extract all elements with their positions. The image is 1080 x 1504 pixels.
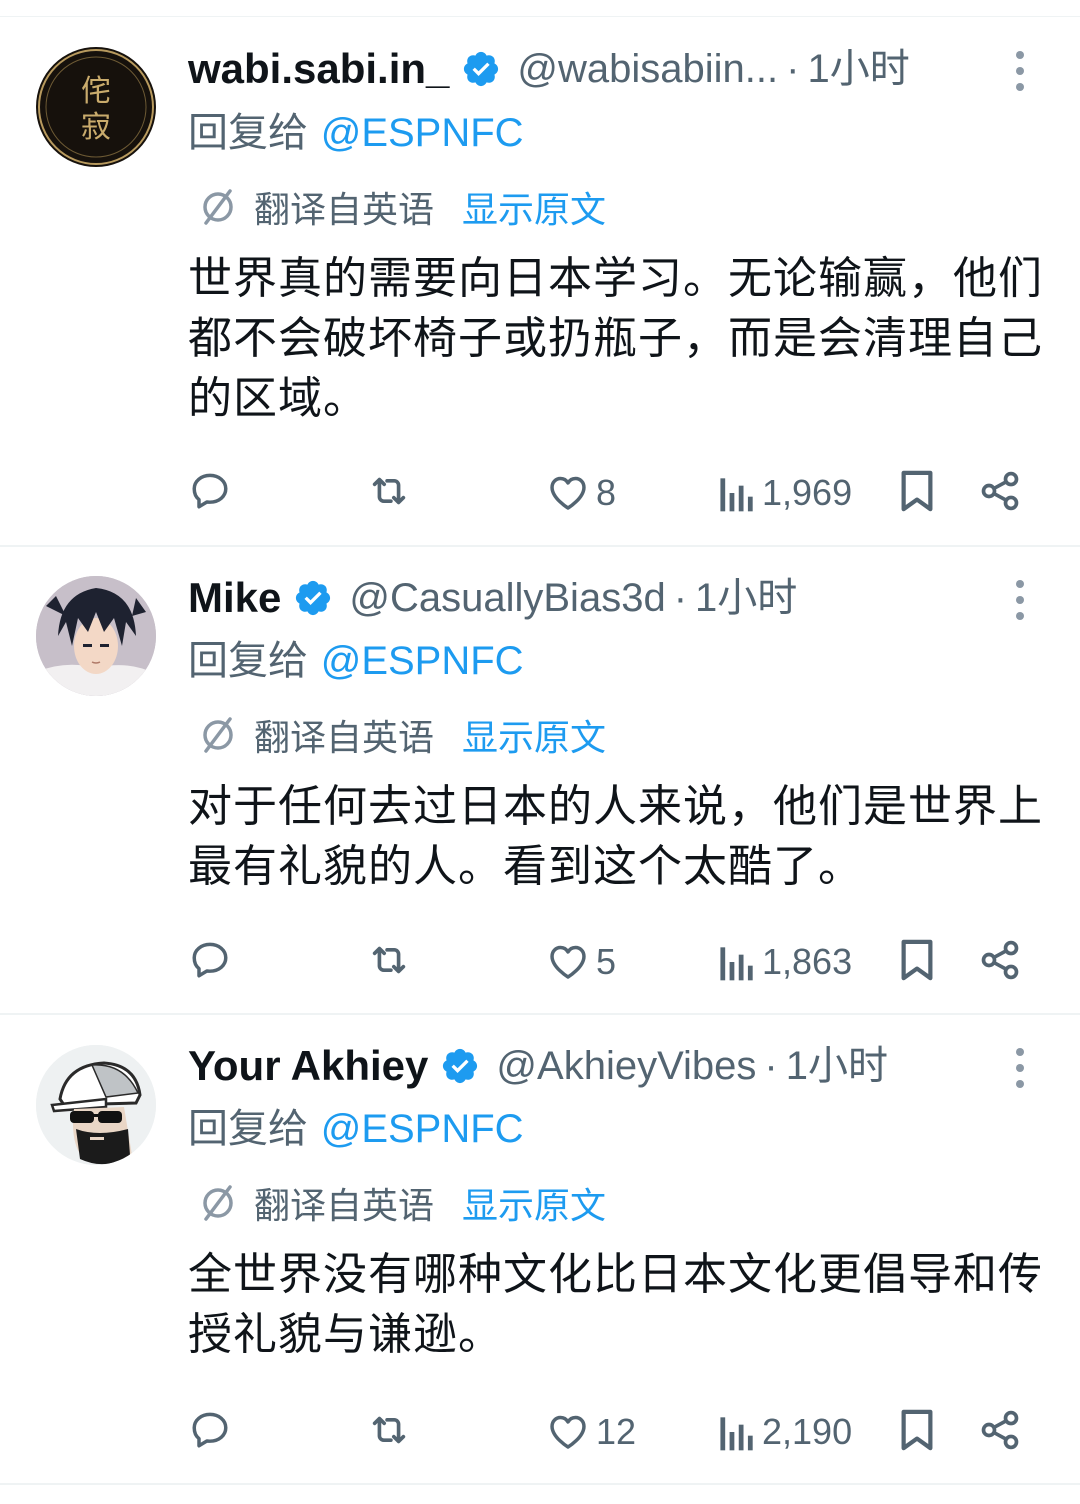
reply-tweet[interactable]: 侘 寂 wabi.sabi.in_ @wabisabiin... · 1小时 回… [0,17,1080,547]
heart-icon [550,476,586,510]
reply-prefix: 回复给 [188,1106,321,1152]
reply-prefix: 回复给 [188,110,321,156]
share-button[interactable] [978,467,1022,515]
display-name[interactable]: wabi.sabi.in_ [188,39,449,99]
tweet-header: Your Akhiey @AkhieyVibes · 1小时 [188,1036,888,1096]
avatar-char-1: 侘 [81,74,111,109]
translate-icon [203,717,233,753]
view-count: 1,863 [762,941,853,982]
bookmark-icon [901,470,933,512]
timestamp[interactable]: 1小时 [807,39,909,99]
like-count: 8 [596,472,617,513]
like-button[interactable]: 8 [546,469,616,517]
reply-tweet[interactable]: Mike @CasuallyBias3d · 1小时 回复给 @ESPNFC 翻… [0,547,1080,1015]
bookmark-button[interactable] [896,467,938,515]
more-options-icon[interactable] [1006,49,1034,93]
repost-button[interactable] [366,936,412,984]
translation-notice: 翻译自英语 显示原文 [198,181,606,233]
comment-icon [192,1412,228,1448]
like-count: 5 [596,941,617,982]
tweet-header: wabi.sabi.in_ @wabisabiin... · 1小时 [188,39,910,99]
bookmark-button[interactable] [896,936,938,984]
repost-button[interactable] [366,1406,412,1454]
views-button[interactable]: 1,969 [716,469,852,517]
show-original-link[interactable]: 显示原文 [462,709,606,761]
share-icon [981,1410,1019,1450]
more-options-icon[interactable] [1006,1046,1034,1090]
verified-badge-icon [296,580,331,616]
translated-from-label: 翻译自英语 [254,1186,435,1227]
comment-icon [192,473,228,509]
show-original-link[interactable]: 显示原文 [462,181,606,233]
tweet-header: Mike @CasuallyBias3d · 1小时 [188,568,797,628]
avatar-wabisabi-logo: 侘 寂 [38,49,154,165]
like-button[interactable]: 5 [546,938,616,986]
user-handle[interactable]: @wabisabiin... [517,39,778,99]
reply-mention-link[interactable]: @ESPNFC [321,111,524,155]
reply-tweet[interactable]: Your Akhiey @AkhieyVibes · 1小时 回复给 @ESPN… [0,1015,1080,1485]
share-icon [981,471,1019,511]
timestamp[interactable]: 1小时 [695,568,797,628]
like-count: 12 [596,1411,637,1452]
separator-dot: · [786,47,800,91]
avatar-anime-character [36,576,156,696]
bookmark-icon [901,939,933,981]
avatar[interactable] [36,1045,156,1165]
heart-icon [550,1415,586,1449]
view-count: 1,969 [762,472,853,513]
timestamp[interactable]: 1小时 [786,1036,888,1096]
views-button[interactable]: 2,190 [716,1408,852,1456]
separator-dot: · [673,576,688,620]
repost-button[interactable] [366,467,412,515]
avatar-char-2: 寂 [81,110,111,145]
verified-badge-icon [464,51,499,87]
translated-from-label: 翻译自英语 [254,190,435,231]
reply-button[interactable] [188,936,232,984]
replying-to: 回复给 @ESPNFC [188,105,524,161]
repost-icon [372,1416,406,1444]
display-name[interactable]: Mike [188,568,281,628]
tweet-text: 世界真的需要向日本学习。无论输赢，他们都不会破坏椅子或扔瓶子，而是会清理自己的区… [188,253,1043,424]
views-chart-icon [720,1417,753,1451]
repost-icon [372,946,406,974]
share-icon [981,940,1019,980]
avatar[interactable] [36,576,156,696]
translate-icon [203,1185,233,1221]
reply-prefix: 回复给 [188,638,321,684]
avatar[interactable]: 侘 寂 [36,47,156,167]
comment-icon [192,942,228,978]
views-button[interactable]: 1,863 [716,938,852,986]
separator-dot: · [764,1044,778,1088]
tweet-text: 对于任何去过日本的人来说，他们是世界上最有礼貌的人。看到这个太酷了。 [188,781,1043,892]
reply-mention-link[interactable]: @ESPNFC [321,639,524,683]
translate-icon [203,189,233,225]
reply-button[interactable] [188,467,232,515]
translation-notice: 翻译自英语 显示原文 [198,1177,606,1229]
show-original-link[interactable]: 显示原文 [462,1177,606,1229]
heart-icon [550,945,586,979]
views-chart-icon [720,478,753,512]
like-button[interactable]: 12 [546,1408,636,1456]
more-options-icon[interactable] [1006,578,1034,622]
view-count: 2,190 [762,1411,853,1452]
share-button[interactable] [978,1406,1022,1454]
reply-button[interactable] [188,1406,232,1454]
repost-icon [372,477,406,505]
views-chart-icon [720,947,753,981]
translated-from-label: 翻译自英语 [254,718,435,759]
avatar-cap-sunglasses-man [36,1045,156,1165]
bookmark-button[interactable] [896,1406,938,1454]
tweet-text: 全世界没有哪种文化比日本文化更倡导和传授礼貌与谦逊。 [188,1249,1043,1360]
reply-mention-link[interactable]: @ESPNFC [321,1107,524,1151]
replying-to: 回复给 @ESPNFC [188,1101,524,1157]
replying-to: 回复给 @ESPNFC [188,633,524,689]
share-button[interactable] [978,936,1022,984]
user-handle[interactable]: @AkhieyVibes [496,1036,756,1096]
verified-badge-icon [443,1048,478,1084]
display-name[interactable]: Your Akhiey [188,1036,428,1096]
user-handle[interactable]: @CasuallyBias3d [349,568,665,628]
bookmark-icon [901,1409,933,1451]
translation-notice: 翻译自英语 显示原文 [198,709,606,761]
